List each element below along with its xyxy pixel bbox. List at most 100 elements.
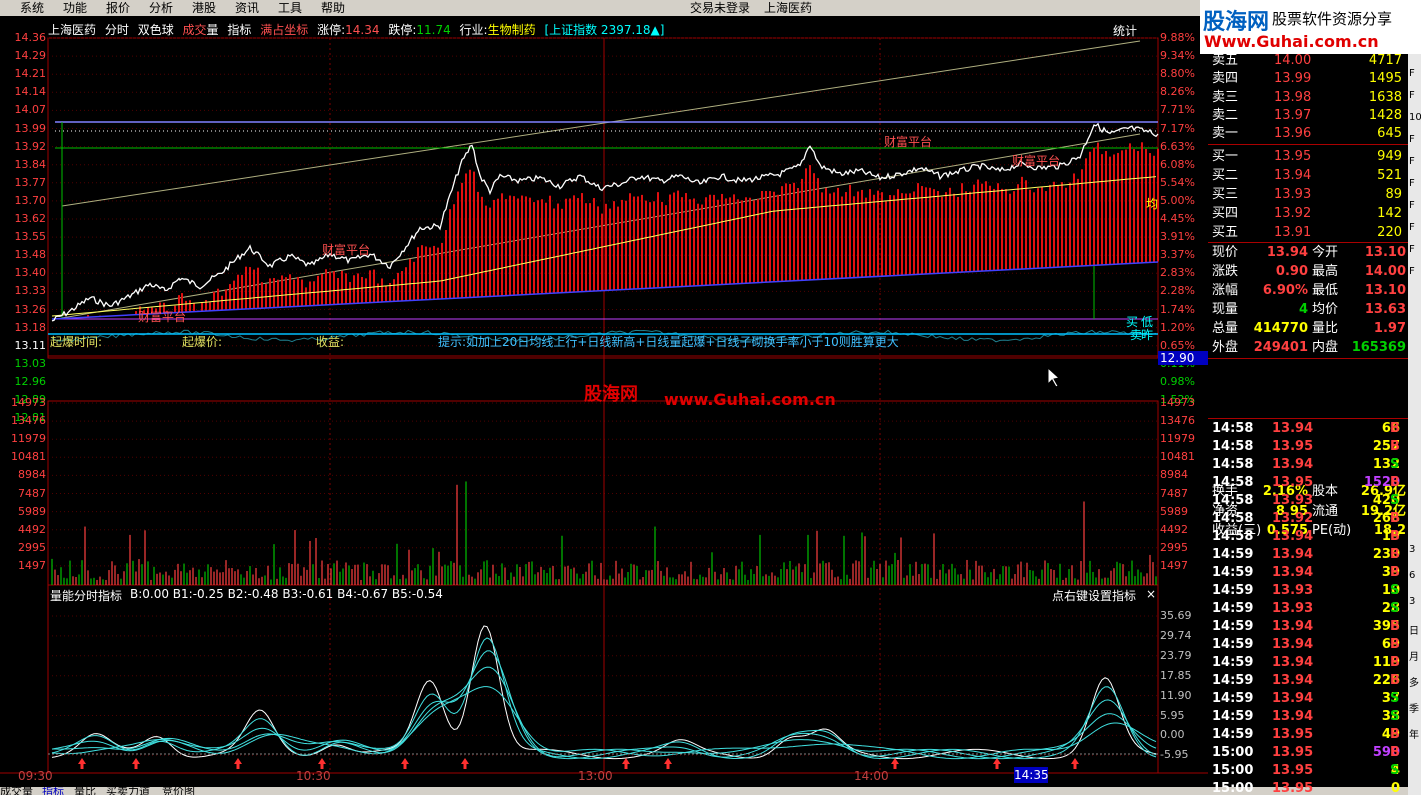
bid-volume: 949	[1377, 149, 1402, 164]
buy-signal-arrow	[132, 758, 140, 769]
ask-price: 14.00	[1274, 53, 1312, 68]
vol-tick-left-8: 2995	[18, 540, 46, 554]
bid-row: 买三 13.93 89	[1208, 186, 1408, 204]
tab-auction[interactable]: 竞价图	[162, 787, 195, 795]
edge-button-11[interactable]: 6	[1409, 570, 1415, 581]
ask-label: 卖二	[1212, 107, 1239, 123]
tick-row: 14:59 13.93 10 S	[1208, 582, 1408, 600]
edge-button-13[interactable]: 日	[1409, 622, 1419, 637]
vol-tick-left-4: 8984	[18, 468, 46, 482]
tab-volume-bottom[interactable]: 成交量	[0, 787, 33, 795]
edge-button-2[interactable]: 10	[1409, 112, 1421, 123]
edge-button-4[interactable]: F	[1409, 156, 1415, 167]
industry-value[interactable]: 生物制药	[488, 23, 536, 37]
tick-row: 14:59 13.94 226 B	[1208, 672, 1408, 690]
pct-tick-16: 1.20%	[1160, 320, 1195, 334]
menu-analysis[interactable]: 分析	[149, 0, 173, 16]
ask-label: 卖五	[1212, 53, 1239, 68]
tab-minute[interactable]: 分时	[105, 23, 129, 37]
tab-indicator-bottom[interactable]: 指标	[42, 787, 64, 795]
stat-label-2: 最高	[1312, 264, 1339, 279]
tick-price: 13.94	[1272, 619, 1314, 634]
edge-button-17[interactable]: 年	[1409, 726, 1419, 741]
ask-price: 13.97	[1274, 107, 1312, 123]
volume-grid	[48, 402, 1158, 567]
pct-tick-5: 7.17%	[1160, 121, 1195, 135]
edge-button-15[interactable]: 多	[1409, 674, 1419, 689]
menu-help[interactable]: 帮助	[321, 0, 345, 16]
right-edge-toolbar: F F 10 F F F F F F F 3 6 3 日月多季年	[1408, 54, 1421, 795]
menu-function[interactable]: 功能	[63, 0, 87, 16]
ask-row: 卖三 13.98 1638	[1208, 89, 1408, 107]
edge-button-10[interactable]: 3	[1409, 544, 1415, 555]
vol-tick-left-0: 14973	[11, 396, 46, 409]
edge-button-14[interactable]: 月	[1409, 648, 1419, 663]
tick-direction: B	[1390, 745, 1400, 760]
menu-hk[interactable]: 港股	[192, 0, 216, 16]
price-cursor-marker: 12.90	[1158, 351, 1208, 365]
edge-button-6[interactable]: F	[1409, 200, 1415, 211]
edge-button-3[interactable]: F	[1409, 134, 1415, 145]
tick-direction: B	[1390, 673, 1400, 688]
tab-two-color-ball[interactable]: 双色球	[138, 23, 174, 37]
tab-indicator[interactable]: 指标	[227, 23, 251, 37]
menu-system[interactable]: 系统	[20, 0, 44, 16]
vol-tick-right-7: 4492	[1160, 522, 1188, 536]
watermark-brand: 股海网	[584, 384, 638, 405]
login-status[interactable]: 交易未登录	[690, 0, 750, 16]
tab-volume-ratio[interactable]: 量比	[74, 787, 96, 795]
tick-volume: 132	[1372, 457, 1400, 472]
tick-row: 14:58 13.95 257 B	[1208, 438, 1408, 456]
ask-label: 卖一	[1212, 126, 1239, 142]
tick-time: 15:00	[1212, 763, 1254, 778]
edge-button-7[interactable]: F	[1409, 222, 1415, 233]
stat-label-1: 外盘	[1212, 340, 1239, 355]
divider	[1208, 418, 1418, 419]
tick-row: 15:00 13.95 590 B	[1208, 744, 1408, 762]
price-tick-7: 13.84	[14, 157, 47, 171]
pct-tick-0: 9.88%	[1160, 31, 1195, 44]
pct-tick-8: 5.54%	[1160, 175, 1195, 189]
tab-volume[interactable]: 成交量	[183, 23, 219, 37]
menu-tools[interactable]: 工具	[278, 0, 302, 16]
edge-button-16[interactable]: 季	[1409, 700, 1419, 715]
tick-direction: B	[1390, 511, 1400, 526]
indicator-title[interactable]: 量能分时指标	[50, 587, 122, 604]
edge-button-9[interactable]: F	[1409, 266, 1415, 277]
tick-direction: S	[1390, 709, 1400, 724]
menu-news[interactable]: 资讯	[235, 0, 259, 16]
edge-button-1[interactable]: F	[1409, 90, 1415, 101]
bid-volume: 220	[1377, 225, 1402, 240]
stat-label-2: 量比	[1312, 321, 1339, 336]
stat-label-1: 涨跌	[1212, 264, 1239, 279]
edge-button-5[interactable]: F	[1409, 178, 1415, 189]
buy-signal-arrow	[234, 758, 242, 769]
edge-button-0[interactable]: F	[1409, 68, 1415, 79]
bid-volume: 521	[1377, 168, 1402, 183]
stat-label-1: 总量	[1212, 321, 1239, 336]
vol-tick-right-8: 2995	[1160, 540, 1188, 554]
stat-value-2: 1.97	[1373, 321, 1406, 336]
tick-volume: 257	[1372, 439, 1400, 454]
stats-button[interactable]: 统计	[1113, 22, 1137, 39]
cursor-mode[interactable]: 满占坐标	[260, 23, 308, 37]
index-quote[interactable]: [上证指数 2397.18▲]	[544, 23, 664, 37]
tick-time: 14:59	[1212, 601, 1254, 616]
tick-volume: 10	[1381, 583, 1400, 598]
tick-row: 15:00 13.95 4 S	[1208, 762, 1408, 780]
close-icon[interactable]: ×	[1146, 587, 1156, 601]
menu-quote[interactable]: 报价	[106, 0, 130, 16]
tick-time: 14:59	[1212, 709, 1254, 724]
price-tick-18: 13.03	[14, 356, 47, 370]
tick-direction: B	[1390, 637, 1400, 652]
bid-volume: 89	[1385, 187, 1402, 202]
tick-price: 13.95	[1272, 439, 1314, 454]
vol-tick-left-2: 11979	[11, 432, 46, 446]
ind-tick-1: 29.74	[1160, 628, 1192, 642]
ind-tick-2: 23.79	[1160, 648, 1192, 662]
vol-tick-right-5: 7487	[1160, 486, 1188, 500]
limit-down-value: 11.74	[416, 23, 451, 37]
tab-buy-sell-force[interactable]: 买卖力道	[106, 787, 150, 795]
edge-button-8[interactable]: F	[1409, 244, 1415, 255]
edge-button-12[interactable]: 3	[1409, 596, 1415, 607]
